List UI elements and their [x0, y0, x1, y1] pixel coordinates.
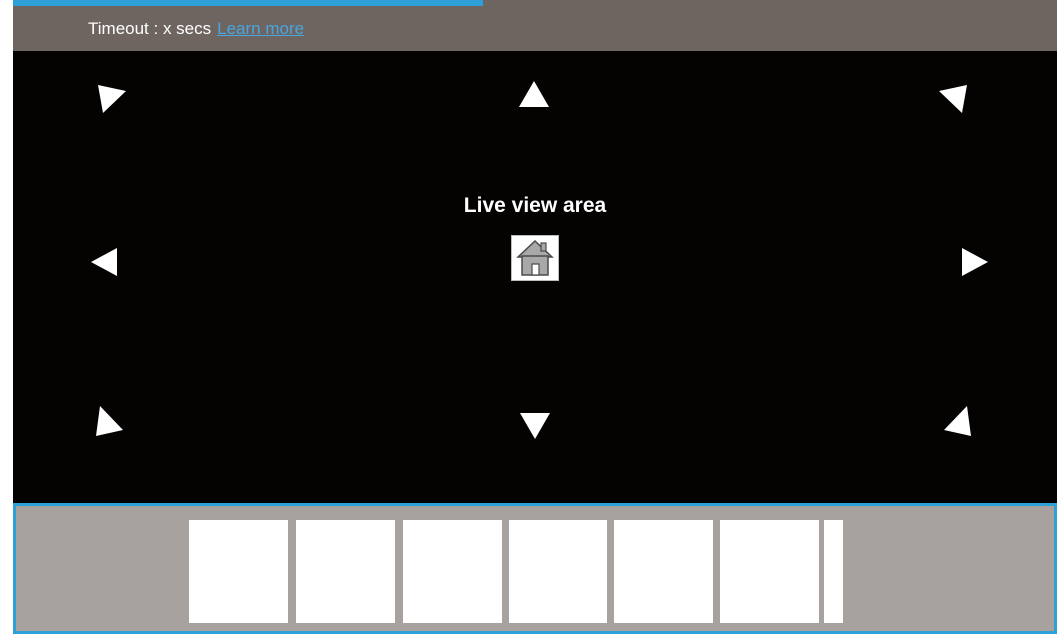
arrow-right-icon: [962, 248, 988, 276]
house-icon: [516, 239, 554, 276]
arrow-down-icon: [520, 413, 550, 439]
timeout-text: Timeout : x secs: [88, 19, 212, 38]
pan-down-button[interactable]: [517, 408, 553, 444]
pan-up-left-button[interactable]: [93, 80, 129, 116]
live-view-title: Live view area: [463, 194, 607, 217]
home-button[interactable]: [511, 235, 559, 281]
thumbnail-5[interactable]: [614, 520, 713, 623]
thumbnail-1[interactable]: [189, 520, 288, 623]
arrow-down-left-icon: [96, 406, 123, 436]
timeout-bar: Timeout : x secs Learn more: [13, 6, 1057, 51]
thumbnail-2[interactable]: [296, 520, 395, 623]
thumbnail-7[interactable]: [824, 520, 843, 623]
arrow-up-right-icon: [939, 85, 967, 113]
pan-down-left-button[interactable]: [92, 403, 128, 439]
arrow-up-icon: [519, 81, 549, 107]
live-view-area[interactable]: Live view area: [13, 51, 1057, 503]
learn-more-link[interactable]: Learn more: [217, 19, 304, 38]
pan-up-button[interactable]: [516, 78, 552, 114]
arrow-up-left-icon: [98, 85, 126, 113]
pan-left-button[interactable]: [87, 244, 123, 280]
thumbnail-6[interactable]: [720, 520, 819, 623]
thumbnail-4[interactable]: [509, 520, 607, 623]
pan-down-right-button[interactable]: [939, 403, 975, 439]
arrow-down-right-icon: [944, 406, 971, 436]
pan-up-right-button[interactable]: [936, 80, 972, 116]
thumbnail-strip: [13, 503, 1057, 634]
pan-right-button[interactable]: [956, 244, 992, 280]
thumbnail-3[interactable]: [403, 520, 502, 623]
arrow-left-icon: [91, 248, 117, 276]
camera-viewer: Timeout : x secs Learn more Live view ar…: [13, 0, 1057, 634]
